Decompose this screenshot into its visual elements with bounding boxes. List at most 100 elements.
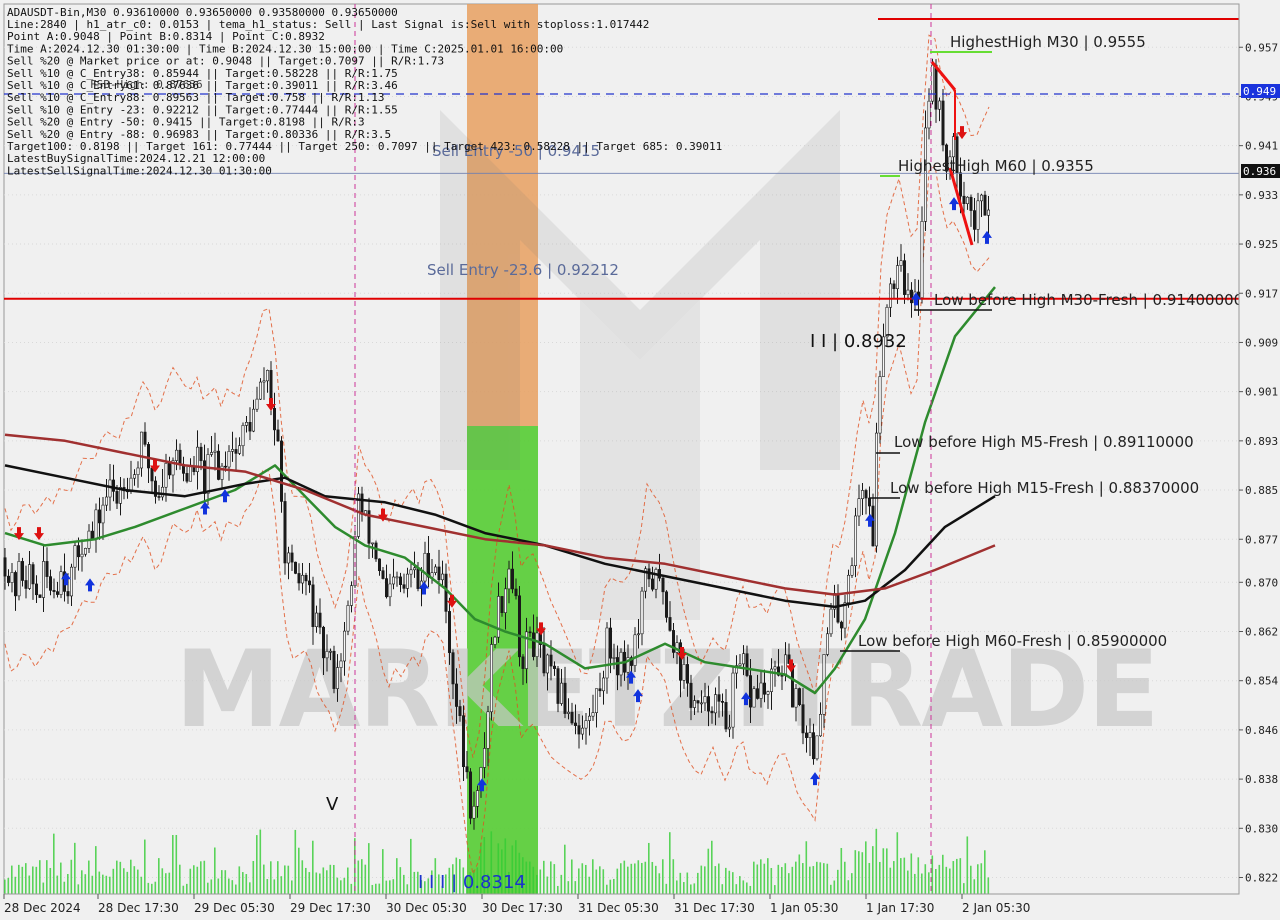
- time-axis-ticks: 28 Dec 2024 28 Dec 17:30 29 Dec 05:30 29 De…: [3, 894, 1030, 915]
- volume-bar: [210, 879, 213, 894]
- volume-bar: [28, 875, 31, 894]
- candle-body: [255, 398, 259, 410]
- volume-bar: [588, 876, 591, 894]
- volume-bar: [760, 859, 762, 894]
- volume-bar: [333, 864, 335, 894]
- volume-bar: [854, 850, 857, 894]
- candle-body: [258, 381, 262, 400]
- volume-bar: [305, 867, 307, 894]
- volume-bar: [935, 868, 937, 894]
- volume-bar: [966, 836, 969, 894]
- candle-body: [332, 650, 336, 689]
- volume-bar: [693, 883, 696, 894]
- candle-body: [349, 585, 353, 606]
- candle-body: [920, 221, 924, 298]
- volume-bar: [158, 858, 160, 894]
- candle-body: [808, 732, 812, 738]
- time-tick-label: 31 Dec 05:30: [578, 901, 659, 915]
- price-tick-label: 0.877: [1245, 533, 1278, 546]
- info-line: Line:2840 | h1_atr_c0: 0.0153 | tema_h1_…: [7, 18, 649, 31]
- candle-body: [521, 656, 525, 669]
- price-tick-label: 0.933: [1245, 189, 1278, 202]
- annotation-low-before-high-m5: Low before High M5-Fresh | 0.89110000: [894, 433, 1194, 451]
- candle-body: [105, 496, 109, 506]
- volume-bar: [403, 874, 405, 894]
- volume-bar: [168, 872, 171, 894]
- candle-body: [231, 449, 235, 452]
- candle-body: [245, 422, 249, 426]
- candle-body: [325, 651, 329, 659]
- volume-bar: [77, 884, 80, 894]
- price-tick-label: 0.862: [1245, 626, 1278, 639]
- candle-body: [48, 576, 52, 591]
- volume-bar: [714, 866, 717, 894]
- candle-body: [20, 561, 24, 581]
- candle-body: [203, 460, 207, 494]
- volume-bar: [767, 858, 769, 894]
- candle-body: [615, 657, 619, 676]
- candle-body: [703, 696, 707, 704]
- volume-bar: [231, 880, 234, 894]
- volume-bar: [858, 851, 860, 894]
- time-tick-label: 30 Dec 05:30: [386, 901, 467, 915]
- volume-bar: [805, 841, 808, 894]
- candle-body: [566, 711, 570, 714]
- candle-body: [983, 194, 987, 216]
- volume-bar: [49, 867, 52, 894]
- candle-body: [66, 591, 70, 597]
- dashed-level-label: 0.949: [1243, 85, 1276, 98]
- candle-body: [843, 602, 847, 629]
- volume-bar: [770, 868, 773, 894]
- candle-body: [27, 564, 31, 589]
- volume-bar: [88, 860, 90, 894]
- volume-bar: [669, 832, 671, 894]
- candle-body: [175, 449, 179, 461]
- price-chart[interactable]: MARKETZITRADE HighestHigh M30 | 0.9555 H…: [0, 0, 1280, 920]
- price-tick-label: 0.822: [1245, 872, 1278, 885]
- candle-body: [542, 644, 546, 674]
- volume-bar: [14, 876, 17, 894]
- candle-body: [454, 683, 458, 707]
- candle-body: [755, 688, 759, 699]
- volume-bar: [378, 883, 381, 894]
- volume-bar: [217, 878, 220, 894]
- candle-body: [738, 663, 742, 666]
- volume-bar: [833, 880, 836, 894]
- volume-bar: [826, 863, 829, 894]
- candle-body: [850, 565, 854, 576]
- volume-bar: [921, 873, 923, 894]
- candle-body: [276, 429, 280, 442]
- price-tick-label: 0.854: [1245, 675, 1278, 688]
- candle-body: [979, 194, 983, 202]
- volume-bar: [606, 884, 608, 894]
- volume-bar: [581, 863, 584, 894]
- candle-body: [531, 632, 535, 657]
- candle-body: [423, 552, 427, 582]
- candle-body: [468, 771, 472, 819]
- volume-bar: [172, 835, 174, 894]
- volume-bar: [280, 876, 283, 894]
- candle-body: [899, 260, 903, 266]
- time-tick-label: 29 Dec 05:30: [194, 901, 275, 915]
- candle-body: [147, 444, 151, 469]
- price-tick-label: 0.909: [1245, 336, 1278, 349]
- volume-bar: [756, 864, 759, 894]
- info-line: Sell %10 @ Entry -23: 0.92212 || Target:…: [7, 103, 398, 116]
- candle-body: [972, 210, 976, 230]
- candle-body: [549, 654, 553, 667]
- candle-body: [888, 283, 892, 308]
- volume-bar: [963, 883, 965, 894]
- volume-bar: [105, 875, 108, 894]
- volume-bar: [74, 842, 76, 894]
- volume-bar: [658, 873, 661, 894]
- annotation-point-c: I I | 0.8932: [810, 331, 907, 352]
- candle-body: [293, 561, 297, 574]
- volume-bar: [742, 880, 745, 894]
- volume-bar: [791, 866, 794, 894]
- candle-body: [846, 574, 850, 603]
- volume-bar: [872, 846, 874, 894]
- candle-body: [552, 665, 556, 669]
- candle-body: [318, 612, 322, 628]
- candle-body: [437, 566, 441, 581]
- price-tick-label: 0.870: [1245, 576, 1278, 589]
